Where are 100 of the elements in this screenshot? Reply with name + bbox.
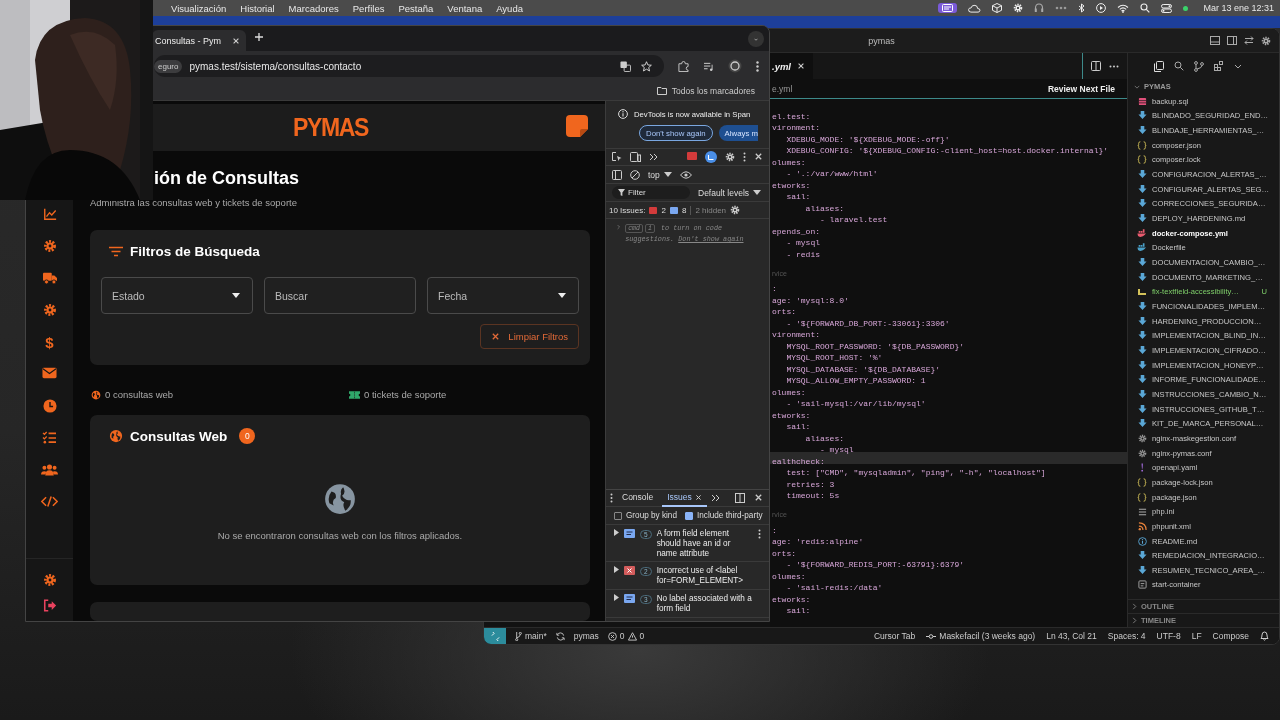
option-checkbox[interactable]: Group by kind (614, 511, 677, 520)
status-item[interactable]: UTF-8 (1156, 631, 1181, 641)
translate-icon[interactable] (620, 60, 631, 72)
problems-indicator[interactable]: 0 0 (607, 631, 645, 641)
more-tabs-icon[interactable] (710, 494, 720, 502)
close-icon[interactable] (232, 36, 240, 45)
address-bar[interactable]: eguro pymas.test/sistema/consultas-contacto (154, 55, 664, 77)
select-field[interactable]: Estado (101, 277, 253, 314)
menu-icon[interactable] (743, 152, 746, 162)
truck-icon[interactable] (41, 271, 58, 285)
drawer-tab[interactable]: Issues (662, 489, 707, 507)
dollar-sign[interactable]: $ (45, 335, 54, 350)
wifi-icon[interactable] (1117, 3, 1130, 13)
device-icon[interactable] (630, 152, 641, 162)
context-select[interactable]: top (648, 169, 672, 180)
clock-icon[interactable] (42, 399, 57, 413)
play-icon[interactable] (1096, 3, 1107, 13)
menu-icon[interactable] (610, 493, 613, 503)
drawer-tab[interactable]: Console (617, 489, 659, 507)
profile-icon[interactable] (728, 59, 742, 73)
bluetooth-icon[interactable] (1078, 3, 1086, 13)
sidebar-icon[interactable] (612, 169, 622, 180)
source-control-icon[interactable] (1194, 60, 1204, 72)
logout-icon[interactable] (42, 599, 57, 612)
chart-icon[interactable] (42, 207, 57, 221)
menu-item[interactable]: Pestaña (398, 2, 434, 14)
screen-share-icon[interactable] (938, 3, 958, 13)
checklist-icon[interactable] (42, 431, 57, 444)
status-item[interactable]: Spaces: 4 (1107, 631, 1146, 641)
more-tabs-icon[interactable] (649, 153, 658, 161)
media-icon[interactable] (703, 61, 714, 71)
star-icon[interactable] (641, 60, 652, 72)
checkbox[interactable] (614, 511, 622, 520)
code-icon[interactable] (41, 495, 58, 508)
status-item[interactable]: LF (1191, 631, 1202, 641)
menu-item[interactable]: Ventana (447, 2, 483, 14)
new-tab-icon[interactable] (254, 32, 264, 42)
status-item[interactable]: Maskefacil (3 weeks ago) (926, 631, 1036, 641)
eye-icon[interactable] (679, 170, 692, 179)
search-field[interactable]: Buscar (264, 277, 416, 314)
levels-select[interactable]: Default levels (698, 187, 762, 198)
menu-item[interactable]: Ayuda (496, 2, 523, 14)
headphones-icon[interactable] (1034, 3, 1045, 13)
files-icon[interactable] (1154, 60, 1164, 72)
project-name[interactable]: pymas (573, 631, 599, 641)
note-icon[interactable] (566, 114, 588, 137)
checkbox[interactable] (685, 511, 693, 520)
clear-icon[interactable] (630, 169, 640, 180)
search-icon[interactable] (1174, 61, 1184, 71)
dock-icon[interactable] (735, 493, 745, 503)
menu-item[interactable]: Visualización (171, 2, 227, 14)
panel-icon[interactable] (1210, 35, 1220, 45)
close-icon[interactable] (754, 493, 763, 502)
status-item[interactable]: Ln 43, Col 21 (1046, 631, 1097, 641)
clear-filters-button[interactable]: Limpiar Filtros (480, 324, 579, 349)
option-checkbox[interactable]: Include third-party (685, 511, 763, 520)
code-line: el.test: (772, 111, 811, 122)
cloud-icon[interactable] (968, 3, 982, 13)
menu-item[interactable]: Perfiles (352, 2, 385, 14)
cube-icon[interactable] (992, 3, 1003, 13)
chevron-icon[interactable] (1234, 63, 1242, 69)
remote-button[interactable] (484, 627, 506, 644)
menu-icon[interactable] (758, 529, 761, 539)
puzzle-icon[interactable] (678, 60, 689, 72)
filter-field[interactable]: Filter (612, 186, 690, 199)
gear-icon[interactable] (1261, 35, 1271, 46)
site-info-chip[interactable]: eguro (154, 59, 183, 73)
menu-item[interactable]: Marcadores (288, 2, 339, 14)
swap-icon[interactable] (1244, 35, 1254, 45)
more-icon[interactable] (1109, 64, 1119, 68)
status-item[interactable]: Cursor Tab (873, 631, 916, 641)
gear-icon[interactable] (42, 573, 57, 587)
inspect-icon[interactable] (612, 152, 622, 162)
extensions-icon[interactable] (1214, 61, 1224, 71)
menu-clock[interactable]: Mar 13 ene 12:31 (1203, 3, 1274, 13)
users-icon[interactable] (41, 463, 58, 476)
code-line: etworks: (772, 180, 811, 191)
envelope-icon[interactable] (42, 367, 57, 379)
editor-tab[interactable]: .yml (770, 53, 813, 79)
close-icon[interactable] (754, 151, 763, 161)
gear-icon[interactable] (42, 303, 57, 317)
menu-item[interactable]: Historial (240, 2, 275, 14)
toggle-icon[interactable] (1161, 3, 1173, 13)
split-icon[interactable] (1091, 61, 1101, 71)
logo[interactable]: PYMAS (293, 113, 368, 142)
status-item[interactable]: Compose (1212, 631, 1249, 641)
breadcrumb[interactable]: e.yml (772, 83, 793, 94)
search-icon[interactable] (1140, 3, 1151, 13)
gear-icon[interactable] (42, 239, 57, 253)
bookmarks-folder[interactable]: Todos los marcadores (650, 84, 761, 97)
menu-icon[interactable] (756, 60, 759, 72)
browser-tab[interactable]: Consultas - Pym (152, 30, 246, 51)
gear-icon[interactable] (730, 205, 741, 215)
review-next-file-button[interactable]: Review Next File (1047, 83, 1115, 94)
bell-icon[interactable] (1260, 631, 1269, 641)
dots-icon[interactable] (1055, 6, 1068, 10)
gear-icon[interactable] (725, 152, 735, 162)
select-field[interactable]: Fecha (427, 277, 579, 314)
layout-icon[interactable] (1227, 35, 1237, 45)
branch-indicator[interactable]: main* (515, 631, 547, 641)
